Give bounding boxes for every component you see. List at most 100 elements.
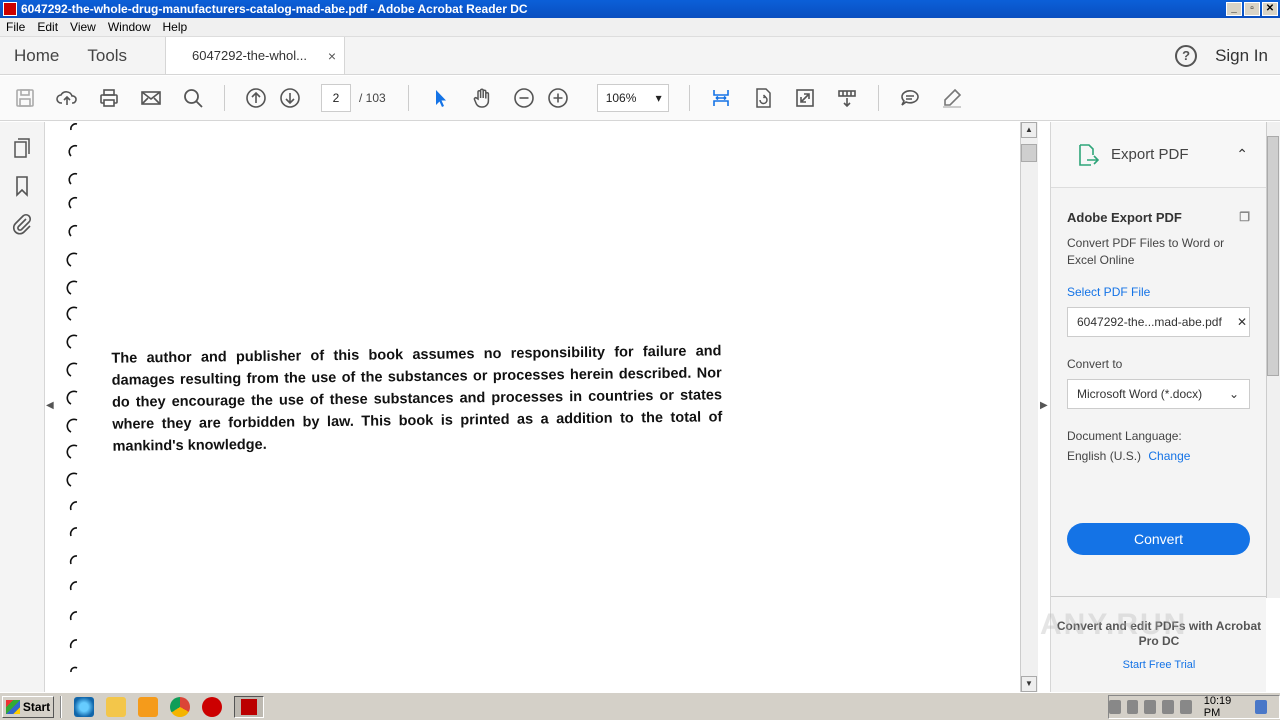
export-pdf-panel: Export PDF ⌃ Adobe Export PDF ❐ Convert … xyxy=(1050,122,1267,692)
sign-in-link[interactable]: Sign In xyxy=(1215,37,1280,74)
export-pdf-icon xyxy=(1079,143,1099,166)
help-icon[interactable]: ? xyxy=(1175,44,1198,67)
close-window-button[interactable]: ✕ xyxy=(1262,2,1278,16)
media-player-icon[interactable] xyxy=(138,696,158,717)
print-icon[interactable] xyxy=(96,85,122,111)
full-screen-icon[interactable] xyxy=(792,85,818,111)
collapse-right-icon[interactable]: ▶ xyxy=(1040,400,1048,411)
export-heading-row: Adobe Export PDF ❐ xyxy=(1067,210,1250,225)
start-free-trial-link[interactable]: Start Free Trial xyxy=(1051,659,1267,671)
comment-icon[interactable] xyxy=(897,85,923,111)
disclaimer-text: The author and publisher of this book as… xyxy=(111,343,723,455)
convert-to-value: Microsoft Word (*.docx) xyxy=(1077,387,1203,401)
collapse-left-icon[interactable]: ◀ xyxy=(46,400,54,411)
zoom-select[interactable]: 106% ▾ xyxy=(596,84,669,112)
tab-home[interactable]: Home xyxy=(0,37,73,74)
maximize-button[interactable]: ▫ xyxy=(1244,2,1260,16)
document-language-label: Document Language: xyxy=(1067,429,1182,443)
start-button[interactable]: Start xyxy=(2,695,54,718)
scroll-up-icon[interactable]: ▲ xyxy=(1021,122,1037,138)
tray-arrow-icon[interactable] xyxy=(1108,700,1121,714)
system-tray: 10:19 PM xyxy=(1108,695,1280,719)
selected-file-field[interactable]: 6047292-the...mad-abe.pdf ✕ xyxy=(1067,307,1250,337)
selected-file-name: 6047292-the...mad-abe.pdf xyxy=(1077,315,1222,329)
change-language-link[interactable]: Change xyxy=(1148,449,1190,463)
close-tab-icon[interactable]: × xyxy=(328,48,336,64)
menu-view[interactable]: View xyxy=(64,20,102,34)
scroll-down-icon[interactable]: ▼ xyxy=(1021,676,1037,692)
chrome-icon[interactable] xyxy=(170,696,190,717)
select-pdf-file-link[interactable]: Select PDF File xyxy=(1067,285,1250,299)
internet-explorer-icon[interactable] xyxy=(74,696,94,717)
scroll-mode-icon[interactable] xyxy=(834,85,860,111)
tray-app-icon[interactable] xyxy=(1179,700,1192,714)
arrow-up-icon[interactable] xyxy=(243,85,269,111)
scrollbar-thumb[interactable] xyxy=(1021,144,1037,162)
watermark: ANY.RUN xyxy=(1040,608,1188,641)
tab-document[interactable]: 6047292-the-whol... × xyxy=(165,37,346,74)
acrobat-taskbar-button[interactable] xyxy=(234,695,264,718)
pointer-icon[interactable] xyxy=(427,85,453,111)
menu-edit[interactable]: Edit xyxy=(31,20,64,34)
fit-width-icon[interactable] xyxy=(708,85,734,111)
tab-bar: Home Tools 6047292-the-whol... × ? Sign … xyxy=(0,37,1280,75)
title-bar: 6047292-the-whole-drug-manufacturers-cat… xyxy=(0,0,1280,18)
hand-icon[interactable] xyxy=(469,85,495,111)
windows-logo-icon xyxy=(5,699,20,714)
export-pdf-body: Adobe Export PDF ❐ Convert PDF Files to … xyxy=(1051,188,1266,555)
export-pdf-header[interactable]: Export PDF ⌃ xyxy=(1051,122,1266,188)
security-icon[interactable] xyxy=(1144,700,1157,714)
attachment-icon[interactable] xyxy=(10,212,34,236)
clear-file-icon[interactable]: ✕ xyxy=(1237,315,1247,329)
tab-tools[interactable]: Tools xyxy=(73,37,141,74)
taskbar-separator xyxy=(60,695,62,718)
minimize-button[interactable]: _ xyxy=(1226,2,1242,16)
export-heading: Adobe Export PDF xyxy=(1067,210,1182,225)
document-language-value: English (U.S.) xyxy=(1067,449,1142,463)
tab-document-label: 6047292-the-whol... xyxy=(192,48,307,63)
search-icon[interactable] xyxy=(180,85,206,111)
toolbar-separator xyxy=(688,85,690,111)
chevron-down-icon: ⌄ xyxy=(1228,387,1239,401)
zoom-out-icon[interactable] xyxy=(511,85,537,111)
document-language-row: English (U.S.) Change xyxy=(1067,449,1250,463)
volume-icon[interactable] xyxy=(1162,700,1174,714)
highlight-pen-icon[interactable] xyxy=(939,85,965,111)
mail-icon[interactable] xyxy=(138,85,164,111)
arrow-down-icon[interactable] xyxy=(277,85,303,111)
toolbar-separator xyxy=(407,85,409,111)
page-number-input[interactable]: 2 xyxy=(321,84,351,112)
taskbar: Start 10:19 PM xyxy=(0,692,1280,720)
opera-icon[interactable] xyxy=(202,696,222,717)
show-desktop-icon[interactable] xyxy=(1255,700,1267,714)
page-thumbnails-icon[interactable] xyxy=(10,136,34,160)
panel-scrollbar[interactable] xyxy=(1266,122,1280,598)
acrobat-app-icon xyxy=(3,2,17,16)
cloud-upload-icon[interactable] xyxy=(54,85,80,111)
toolbar: 2 / 103 106% ▾ xyxy=(0,76,1280,121)
export-description: Convert PDF Files to Word or Excel Onlin… xyxy=(1067,236,1225,267)
convert-button[interactable]: Convert xyxy=(1067,523,1250,555)
bookmark-icon[interactable] xyxy=(10,174,34,198)
left-navigation-rail: ◀ xyxy=(0,122,54,692)
chevron-down-icon: ▾ xyxy=(655,91,662,105)
toolbar-separator xyxy=(224,85,225,111)
save-icon[interactable] xyxy=(12,85,38,111)
document-scrollbar[interactable]: ▲ ▼ xyxy=(1020,122,1038,692)
menu-file[interactable]: File xyxy=(0,20,31,34)
export-pdf-title: Export PDF xyxy=(1111,146,1189,163)
convert-to-select[interactable]: Microsoft Word (*.docx) ⌄ xyxy=(1067,379,1250,409)
file-explorer-icon[interactable] xyxy=(106,696,126,717)
menu-bar: File Edit View Window Help xyxy=(0,18,1280,37)
copy-icon[interactable]: ❐ xyxy=(1239,210,1250,225)
menu-window[interactable]: Window xyxy=(102,20,157,34)
zoom-in-icon[interactable] xyxy=(545,85,571,111)
menu-help[interactable]: Help xyxy=(157,20,194,34)
panel-scrollbar-thumb[interactable] xyxy=(1267,136,1279,376)
chevron-up-icon[interactable]: ⌃ xyxy=(1236,146,1248,163)
network-icon[interactable] xyxy=(1126,700,1139,714)
document-view[interactable]: The author and publisher of this book as… xyxy=(57,122,1020,692)
rotate-page-icon[interactable] xyxy=(750,85,776,111)
window-title: 6047292-the-whole-drug-manufacturers-cat… xyxy=(21,2,528,16)
zoom-value: 106% xyxy=(605,91,637,105)
